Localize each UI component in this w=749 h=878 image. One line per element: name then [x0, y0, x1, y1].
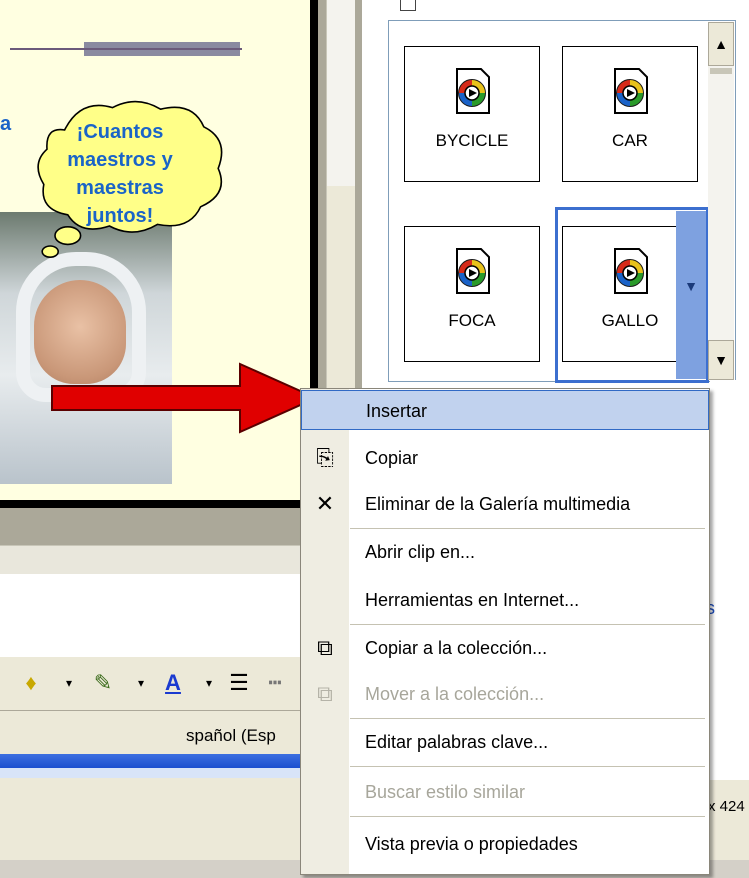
scroll-up-button[interactable]: ▲	[708, 22, 734, 66]
slide-vertical-scrollbar[interactable]	[326, 0, 355, 186]
bubble-line: juntos!	[86, 205, 154, 227]
menu-item-open-clip-in[interactable]: Abrir clip en...	[301, 532, 709, 572]
menu-item-move-to-collection: ⧉ Mover a la colección...	[301, 674, 709, 714]
clip-item[interactable]: CAR	[562, 46, 698, 182]
menu-item-delete-from-gallery[interactable]: ✕ Eliminar de la Galería multimedia	[301, 484, 709, 524]
scroll-thumb[interactable]	[710, 68, 732, 74]
chevron-down-icon[interactable]: ▾	[52, 668, 86, 698]
bubble-line: maestras	[76, 177, 164, 199]
menu-item-label: Buscar estilo similar	[365, 782, 526, 802]
scroll-down-button[interactable]: ▼	[708, 340, 734, 380]
media-clip-icon	[614, 68, 648, 114]
fill-color-icon[interactable]: ♦	[14, 668, 48, 698]
menu-item-find-similar-style: Buscar estilo similar	[301, 772, 709, 812]
menu-separator	[350, 718, 705, 719]
slide-horizontal-scrollbar[interactable]	[0, 545, 300, 575]
font-color-icon[interactable]: A	[156, 668, 190, 698]
copy-to-collection-icon: ⧉	[317, 635, 333, 660]
copy-icon: ⎘	[316, 445, 334, 470]
line-style-icon[interactable]: ☰	[222, 668, 256, 698]
notes-pane[interactable]	[0, 574, 300, 656]
slide-decoration-line	[10, 48, 242, 50]
red-arrow-annotation	[51, 362, 319, 434]
menu-item-label: Insertar	[366, 401, 428, 421]
menu-item-label: Mover a la colección...	[365, 684, 545, 704]
chevron-down-icon[interactable]: ▾	[124, 668, 158, 698]
bubble-text: ¡Cuantos maestros y maestras juntos!	[20, 118, 220, 230]
menu-item-label: Copiar a la colección...	[365, 638, 548, 658]
clip-item[interactable]: BYCICLE	[404, 46, 540, 182]
menu-separator	[350, 816, 705, 817]
chevron-down-icon[interactable]: ▾	[192, 668, 226, 698]
menu-item-label: Vista previa o propiedades	[365, 834, 578, 854]
clip-label: CAR	[612, 131, 648, 150]
menu-item-edit-keywords[interactable]: Editar palabras clave...	[301, 722, 709, 762]
menu-item-label: Copiar	[365, 448, 419, 468]
menu-item-internet-tools[interactable]: Herramientas en Internet...	[301, 580, 709, 620]
status-language: spañol (Esp	[186, 726, 276, 745]
menu-separator	[350, 766, 705, 767]
clip-label: BYCICLE	[435, 131, 509, 150]
line-color-icon[interactable]: ✎	[86, 668, 120, 698]
menu-item-label: Editar palabras clave...	[365, 732, 549, 752]
menu-item-label: Eliminar de la Galería multimedia	[365, 494, 631, 514]
delete-x-icon: ✕	[315, 491, 335, 516]
menu-item-copy[interactable]: ⎘ Copiar	[301, 438, 709, 478]
task-pane-lower	[710, 380, 749, 780]
menu-separator	[350, 624, 705, 625]
media-clip-icon	[456, 68, 490, 114]
menu-separator	[350, 528, 705, 529]
media-clip-icon	[456, 248, 490, 294]
clip-dropdown-button[interactable]: ▼	[676, 211, 706, 379]
clip-label: FOCA	[448, 311, 496, 330]
menu-item-label: Abrir clip en...	[365, 542, 476, 562]
dash-style-icon[interactable]: ┅	[258, 668, 292, 698]
menu-item-insert[interactable]: Insertar	[301, 390, 709, 430]
clip-item[interactable]: FOCA	[404, 226, 540, 362]
bubble-line: ¡Cuantos	[76, 121, 164, 143]
gallery-scrollbar[interactable]	[708, 22, 734, 380]
media-clip-icon	[614, 248, 648, 294]
bubble-line: maestros y	[67, 149, 173, 171]
menu-item-copy-to-collection[interactable]: ⧉ Copiar a la colección...	[301, 628, 709, 668]
menu-item-preview-properties[interactable]: Vista previa o propiedades	[301, 824, 709, 864]
status-fragment: x 424	[708, 798, 745, 815]
checkbox-fragment[interactable]	[400, 0, 416, 11]
menu-item-label: Herramientas en Internet...	[365, 590, 580, 610]
move-to-collection-icon: ⧉	[317, 681, 333, 706]
